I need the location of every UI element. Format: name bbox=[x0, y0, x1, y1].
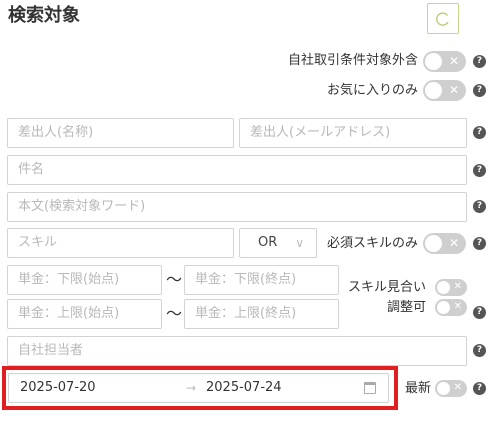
chevron-down-icon: ∨ bbox=[295, 236, 304, 250]
assignee-input[interactable]: 自社担当者 bbox=[7, 336, 467, 366]
date-start-value: 2025-07-20 bbox=[20, 380, 96, 395]
sender-email-input[interactable]: 差出人(メールアドレス) bbox=[239, 118, 467, 148]
required-skill-only-label: 必須スキルのみ bbox=[327, 236, 419, 251]
latest-label: 最新 bbox=[405, 381, 432, 396]
toggle-off-icon: ✕ bbox=[453, 301, 462, 312]
price-lower-start-input[interactable]: 単金：下限(始点) bbox=[7, 265, 162, 295]
help-icon[interactable]: ? bbox=[473, 306, 486, 319]
subject-input[interactable]: 件名 bbox=[7, 155, 467, 185]
help-icon[interactable]: ? bbox=[473, 126, 486, 139]
help-icon[interactable]: ? bbox=[473, 55, 486, 68]
required-skill-only-toggle[interactable]: ✕ bbox=[423, 233, 466, 254]
toggle-knob bbox=[425, 53, 442, 70]
refresh-icon bbox=[436, 11, 449, 26]
help-icon[interactable]: ? bbox=[473, 200, 486, 213]
favorites-only-toggle[interactable]: ✕ bbox=[423, 80, 466, 101]
toggle-knob bbox=[437, 281, 450, 294]
date-end-value: 2025-07-24 bbox=[206, 380, 282, 395]
reset-button[interactable] bbox=[427, 3, 459, 34]
date-range-picker[interactable]: 2025-07-20 → 2025-07-24 bbox=[8, 373, 389, 403]
sender-name-input[interactable]: 差出人(名称) bbox=[7, 118, 234, 148]
help-icon[interactable]: ? bbox=[473, 164, 486, 177]
help-icon[interactable]: ? bbox=[473, 237, 486, 250]
help-icon[interactable]: ? bbox=[473, 382, 486, 395]
toggle-knob bbox=[437, 301, 450, 314]
latest-toggle[interactable]: ✕ bbox=[435, 380, 467, 397]
adjustable-toggle[interactable]: ✕ bbox=[435, 299, 467, 316]
exclude-own-company-label: 自社取引条件対象外含 bbox=[288, 53, 419, 68]
range-separator: 〜 bbox=[166, 304, 183, 323]
skill-match-toggle[interactable]: ✕ bbox=[435, 279, 467, 296]
skill-input[interactable]: スキル bbox=[7, 228, 234, 258]
help-icon[interactable]: ? bbox=[473, 84, 486, 97]
toggle-off-icon: ✕ bbox=[448, 83, 459, 97]
price-upper-end-input[interactable]: 単金：上限(終点) bbox=[184, 299, 339, 329]
skill-match-label: スキル見合い bbox=[348, 280, 427, 295]
skill-operator-value: OR bbox=[258, 235, 278, 250]
toggle-off-icon: ✕ bbox=[453, 281, 462, 292]
toggle-knob bbox=[437, 382, 450, 395]
skill-operator-select[interactable]: OR ∨ bbox=[239, 228, 317, 258]
arrow-right-icon: → bbox=[186, 381, 197, 395]
toggle-off-icon: ✕ bbox=[448, 54, 459, 68]
help-icon[interactable]: ? bbox=[473, 344, 486, 357]
range-separator: 〜 bbox=[166, 270, 183, 289]
toggle-knob bbox=[425, 82, 442, 99]
favorites-only-label: お気に入りのみ bbox=[327, 83, 419, 98]
price-upper-start-input[interactable]: 単金：上限(始点) bbox=[7, 299, 162, 329]
body-search-input[interactable]: 本文(検索対象ワード) bbox=[7, 192, 467, 222]
toggle-off-icon: ✕ bbox=[448, 236, 459, 250]
toggle-off-icon: ✕ bbox=[453, 382, 462, 393]
toggle-knob bbox=[425, 235, 442, 252]
exclude-own-company-toggle[interactable]: ✕ bbox=[423, 51, 466, 72]
panel-title: 検索対象 bbox=[8, 5, 80, 26]
adjustable-label: 調整可 bbox=[387, 300, 427, 315]
price-lower-end-input[interactable]: 単金：下限(終点) bbox=[184, 265, 339, 295]
calendar-icon bbox=[364, 382, 376, 394]
